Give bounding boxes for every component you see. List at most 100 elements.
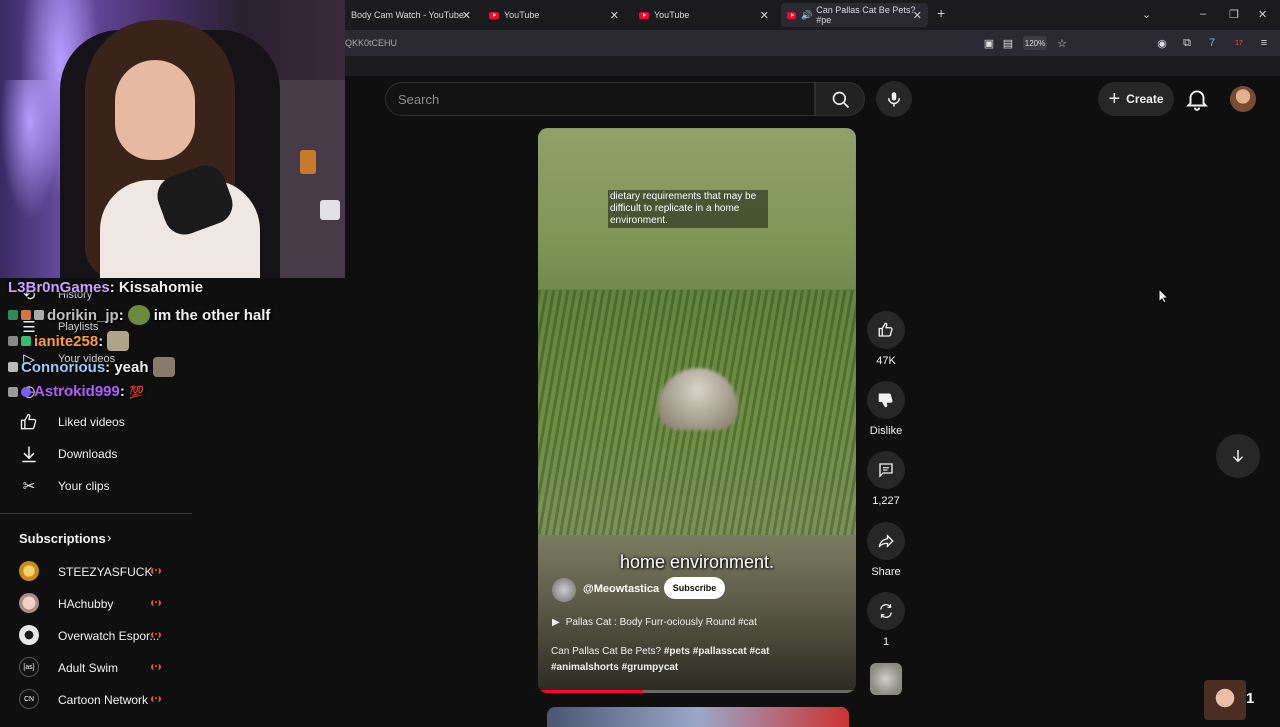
search-button[interactable] (815, 82, 865, 116)
subscriptions-heading[interactable]: Subscriptions (19, 531, 106, 546)
minimize-icon[interactable]: – (1200, 8, 1206, 20)
adult-swim-logo-icon[interactable]: [as] (19, 657, 39, 677)
playlist-link[interactable]: ▶ Pallas Cat : Body Furr-ociously Round … (552, 617, 757, 628)
plus-icon: + (1108, 88, 1121, 110)
tab-youtube-1[interactable]: YouTube ✕ (483, 3, 625, 27)
chat-username: dorikin_jp (47, 306, 119, 324)
mouse-cursor-icon (1158, 288, 1170, 304)
sidebar-divider (0, 513, 192, 514)
url-text[interactable]: QKK0tCEHU (345, 38, 397, 48)
short-video-player[interactable]: dietary requirements that may be difficu… (538, 128, 856, 693)
bookmark-star-icon[interactable]: ☆ (1055, 36, 1069, 50)
tab-pallas-cat[interactable]: 🔊 Can Pallas Cat Be Pets? #pe ✕ (781, 3, 928, 27)
channel-name[interactable]: @Meowtastica (583, 583, 659, 595)
sound-thumbnail[interactable] (870, 663, 902, 695)
subscription-name[interactable]: Cartoon Network (58, 693, 148, 707)
next-video-button[interactable] (1216, 434, 1260, 478)
subscription-avatar[interactable] (19, 625, 39, 645)
dislike-button[interactable]: Dislike (866, 381, 906, 437)
sidebar-item-label: Liked videos (58, 415, 125, 429)
subscribe-button[interactable]: Subscribe (664, 577, 725, 599)
create-label: Create (1126, 92, 1164, 106)
search-icon (832, 91, 850, 109)
video-progress-fill (538, 690, 643, 693)
account-avatar[interactable] (1230, 86, 1256, 112)
subscription-name[interactable]: Overwatch Espor... (58, 629, 159, 643)
chat-colon: : (118, 306, 124, 324)
like-count: 47K (876, 355, 896, 367)
chat-username: Connorious (21, 358, 106, 376)
new-tab-icon[interactable]: + (937, 5, 945, 21)
voice-search-button[interactable] (876, 81, 912, 117)
download-icon (22, 446, 36, 463)
restore-icon[interactable]: ❐ (1229, 8, 1239, 21)
remix-button[interactable]: 1 (866, 592, 906, 648)
subscription-name[interactable]: HAchubby (58, 597, 113, 611)
close-tab-icon[interactable]: ✕ (610, 9, 619, 22)
tab-youtube-2[interactable]: YouTube ✕ (633, 3, 775, 27)
sidebar-item-liked-videos[interactable]: Liked videos (0, 406, 190, 438)
subscription-name[interactable]: STEEZYASFUCK (58, 565, 152, 579)
comments-button[interactable]: 1,227 (866, 451, 906, 507)
cartoon-network-logo-icon[interactable]: CN (19, 689, 39, 709)
chat-message: ianite258: (8, 331, 133, 351)
picture-in-picture-icon[interactable]: ▣ (982, 36, 996, 50)
play-icon: ▶ (552, 617, 560, 628)
remix-icon (880, 604, 892, 618)
chevron-right-icon[interactable]: › (107, 530, 111, 545)
sidebar-item-label: Downloads (58, 447, 118, 461)
arrow-down-icon (1232, 450, 1244, 463)
subscription-name[interactable]: Adult Swim (58, 661, 118, 675)
chat-colon: : (98, 332, 104, 350)
next-short-preview[interactable] (547, 707, 849, 727)
bits-badge-icon (21, 310, 31, 320)
live-indicator-icon (151, 568, 161, 574)
close-tab-icon[interactable]: ✕ (913, 9, 922, 22)
zoom-level[interactable]: 120% (1023, 36, 1047, 50)
close-window-icon[interactable]: ✕ (1258, 8, 1267, 21)
hashtags[interactable]: #pets #pallasscat #cat (664, 646, 770, 657)
sidebar-item-downloads[interactable]: Downloads (0, 438, 190, 470)
like-button[interactable]: 47K (866, 311, 906, 367)
subscription-avatar[interactable] (19, 593, 39, 613)
chat-message: Astrokid999: 💯 (8, 383, 144, 400)
search-input[interactable] (385, 82, 815, 116)
tab-body-cam-watch[interactable]: Body Cam Watch - YouTube ✕ (345, 3, 477, 27)
video-title: Can Pallas Cat Be Pets? (551, 646, 662, 657)
tab-title: Body Cam Watch - YouTube (351, 10, 464, 20)
channel-avatar[interactable] (552, 578, 576, 602)
tab-list-chevron-icon[interactable]: ⌄ (1142, 8, 1151, 21)
thumbs-up-icon (878, 322, 893, 337)
live-indicator-icon (151, 664, 161, 670)
sidebar-item-your-clips[interactable]: ✂ Your clips (0, 470, 190, 502)
extension-badge-icon[interactable]: 17 (1232, 36, 1246, 50)
extension-7tv-icon[interactable]: 7 (1205, 36, 1219, 50)
close-tab-icon[interactable]: ✕ (462, 9, 471, 22)
emote-icon (107, 331, 130, 351)
chat-username: ianite258 (34, 332, 99, 350)
menu-icon[interactable]: ≡ (1257, 36, 1271, 50)
reader-view-icon[interactable]: ▤ (1001, 36, 1015, 50)
chat-colon: : (105, 358, 115, 376)
scissors-icon: ✂ (22, 478, 36, 495)
subscriber-badge-icon (8, 362, 18, 372)
live-indicator-icon (151, 600, 161, 606)
notifications-bell-icon[interactable] (1184, 86, 1210, 112)
viewer-avatar (1204, 680, 1246, 720)
tab-title: YouTube (654, 10, 690, 20)
video-progress-bar[interactable] (538, 690, 856, 693)
hashtags[interactable]: #animalshorts #grumpycat (551, 662, 678, 673)
subscriber-badge-icon (8, 336, 18, 346)
remix-count: 1 (882, 636, 890, 648)
extensions-icon[interactable]: ⧉ (1180, 36, 1194, 50)
subscription-avatar[interactable] (19, 561, 39, 581)
close-tab-icon[interactable]: ✕ (760, 9, 769, 22)
share-button[interactable]: Share (866, 522, 906, 578)
account-icon[interactable]: ◉ (1155, 36, 1169, 50)
video-caption-bottom: home environment. (619, 552, 775, 572)
subscriber-badge-icon (8, 310, 18, 320)
share-icon (878, 534, 894, 548)
tab-title: YouTube (504, 10, 540, 20)
prime-badge-icon (21, 386, 31, 397)
create-button[interactable]: + Create (1098, 82, 1174, 116)
